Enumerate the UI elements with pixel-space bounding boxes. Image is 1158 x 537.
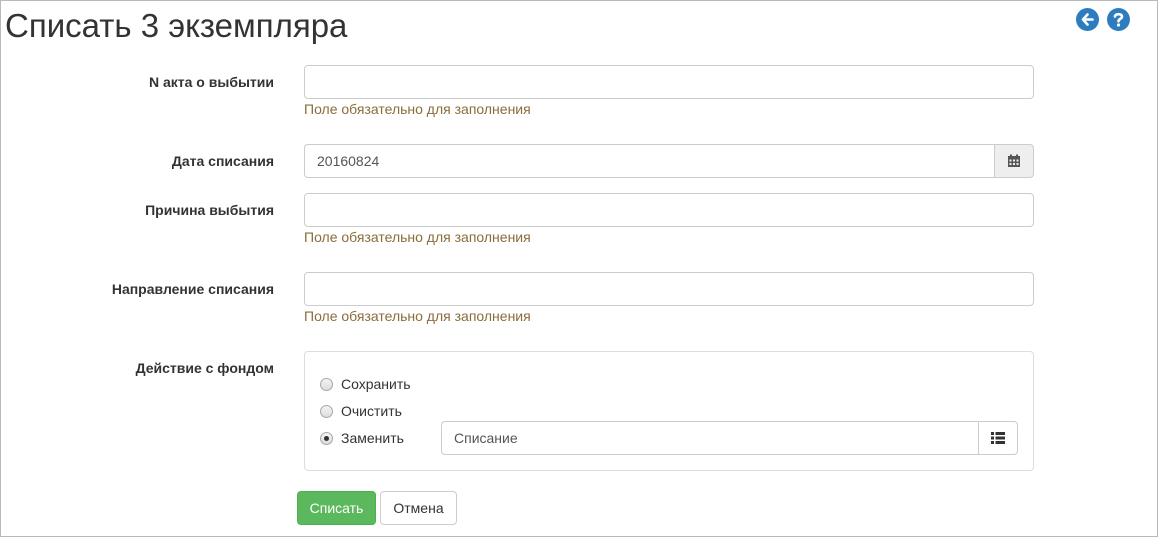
radio-save-label: Сохранить [341, 376, 411, 392]
fund-action-panel: Сохранить Очистить Заменить Списание [304, 351, 1034, 471]
replace-value-group: Списание [441, 421, 1018, 455]
list-icon [991, 432, 1005, 444]
replace-list-button[interactable] [978, 421, 1018, 455]
direction-label: Направление списания [111, 281, 274, 297]
radio-replace[interactable] [320, 431, 333, 445]
top-actions [1076, 8, 1130, 31]
radio-option-clear[interactable]: Очистить [320, 403, 402, 419]
write-off-date-label: Дата списания [171, 153, 274, 169]
act-number-help: Поле обязательно для заполнения [304, 101, 531, 117]
reason-label: Причина выбытия [145, 202, 274, 218]
radio-save[interactable] [320, 377, 333, 391]
write-off-date-input[interactable]: 20160824 [304, 144, 994, 178]
arrow-left-circle-icon[interactable] [1076, 8, 1099, 31]
radio-option-replace[interactable]: Заменить [320, 430, 404, 446]
direction-help: Поле обязательно для заполнения [304, 308, 531, 324]
reason-help: Поле обязательно для заполнения [304, 229, 531, 245]
reason-input[interactable] [304, 193, 1034, 227]
write-off-date-group: 20160824 [304, 144, 1034, 178]
replace-value-input[interactable]: Списание [441, 421, 978, 455]
calendar-button[interactable] [994, 144, 1034, 178]
radio-option-save[interactable]: Сохранить [320, 376, 411, 392]
act-number-input[interactable] [304, 65, 1034, 99]
cancel-button[interactable]: Отмена [380, 491, 457, 525]
act-number-label: N акта о выбытии [148, 74, 274, 90]
radio-clear[interactable] [320, 404, 333, 418]
direction-input[interactable] [304, 272, 1034, 306]
submit-button[interactable]: Списать [297, 491, 376, 525]
calendar-icon [1008, 154, 1020, 167]
radio-replace-label: Заменить [341, 430, 404, 446]
question-circle-icon[interactable] [1107, 8, 1130, 31]
page-title: Списать 3 экземпляра [5, 7, 348, 44]
radio-clear-label: Очистить [341, 403, 402, 419]
fund-action-label: Действие с фондом [135, 360, 274, 376]
